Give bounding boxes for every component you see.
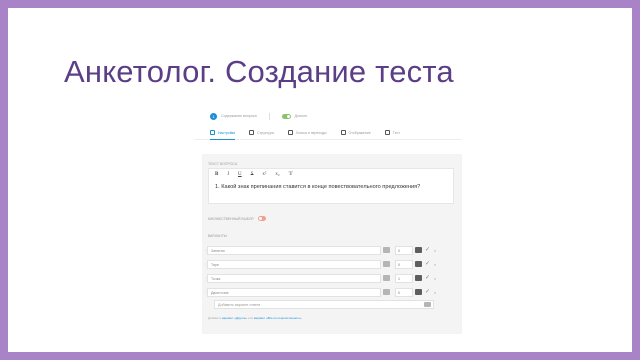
question-panel: ТЕКСТ ВОПРОСА B I U S x² x₂ T̸ 1. Какой … — [194, 106, 462, 334]
answer-row: ⋮ Двоеточие 0 ✓ × — [204, 287, 458, 297]
score-input[interactable]: 0 — [395, 245, 413, 255]
check-icon[interactable]: ✓ — [425, 288, 430, 296]
multi-select-toggle[interactable] — [257, 216, 266, 221]
superscript-button[interactable]: x² — [262, 172, 266, 177]
answer-input[interactable]: Точка — [207, 273, 381, 283]
camera-icon[interactable] — [383, 247, 390, 253]
check-icon[interactable]: ✓ — [425, 274, 430, 282]
add-answer-input[interactable]: Добавить вариант ответа — [214, 300, 434, 309]
slide: Анкетолог. Создание теста 1 Содержание в… — [8, 8, 632, 352]
comment-icon[interactable] — [415, 289, 422, 295]
answer-input[interactable]: Тире — [207, 259, 381, 269]
delete-icon[interactable]: × — [434, 290, 436, 295]
add-all-link[interactable]: вариант «Все из перечисленного» — [254, 316, 302, 320]
camera-icon[interactable] — [383, 289, 390, 295]
footer-hint: Добавить вариант «Другое» или вариант «В… — [208, 316, 302, 320]
comment-icon[interactable] — [415, 261, 422, 267]
question-editor[interactable]: B I U S x² x₂ T̸ 1. Какой знак препинани… — [208, 168, 454, 204]
bold-button[interactable]: B — [215, 172, 218, 177]
check-icon[interactable]: ✓ — [425, 260, 430, 268]
slide-title: Анкетолог. Создание теста — [64, 54, 454, 89]
footer-prefix: Добавить — [208, 316, 223, 320]
score-input[interactable]: 1 — [395, 273, 413, 283]
comment-icon[interactable] — [415, 247, 422, 253]
answer-row: ⋮ Точка 1 ✓ × — [204, 273, 458, 283]
delete-icon[interactable]: × — [434, 248, 436, 253]
answer-row: ⋮ Запятая 0 ✓ × — [204, 245, 458, 255]
strikethrough-button[interactable]: S — [251, 172, 254, 177]
footer-middle: или — [247, 316, 254, 320]
camera-icon[interactable] — [383, 261, 390, 267]
answer-input[interactable]: Двоеточие — [207, 287, 381, 297]
answer-input[interactable]: Запятая — [207, 245, 381, 255]
subscript-button[interactable]: x₂ — [275, 172, 279, 177]
score-input[interactable]: 0 — [395, 287, 413, 297]
add-other-link[interactable]: вариант «Другое» — [222, 316, 247, 320]
delete-icon[interactable]: × — [434, 276, 436, 281]
underline-button[interactable]: U — [238, 172, 242, 177]
comment-icon[interactable] — [415, 275, 422, 281]
question-section-label: ТЕКСТ ВОПРОСА — [208, 162, 238, 166]
score-input[interactable]: 0 — [395, 259, 413, 269]
editor-toolbar: B I U S x² x₂ T̸ — [209, 169, 453, 180]
camera-icon[interactable] — [383, 275, 390, 281]
question-text[interactable]: 1. Какой знак препинания ставится в конц… — [209, 180, 453, 194]
delete-icon[interactable]: × — [434, 262, 436, 267]
italic-button[interactable]: I — [227, 172, 229, 177]
multi-select-row: МНОЖЕСТВЕННЫЙ ВЫБОР — [208, 216, 266, 221]
clear-format-button[interactable]: T̸ — [289, 172, 292, 177]
check-icon[interactable]: ✓ — [425, 246, 430, 254]
multi-select-label: МНОЖЕСТВЕННЫЙ ВЫБОР — [208, 216, 254, 221]
camera-icon[interactable] — [424, 302, 431, 307]
answers-title: ВАРИАНТЫ — [208, 234, 227, 238]
answer-row: ⋮ Тире 0 ✓ × — [204, 259, 458, 269]
